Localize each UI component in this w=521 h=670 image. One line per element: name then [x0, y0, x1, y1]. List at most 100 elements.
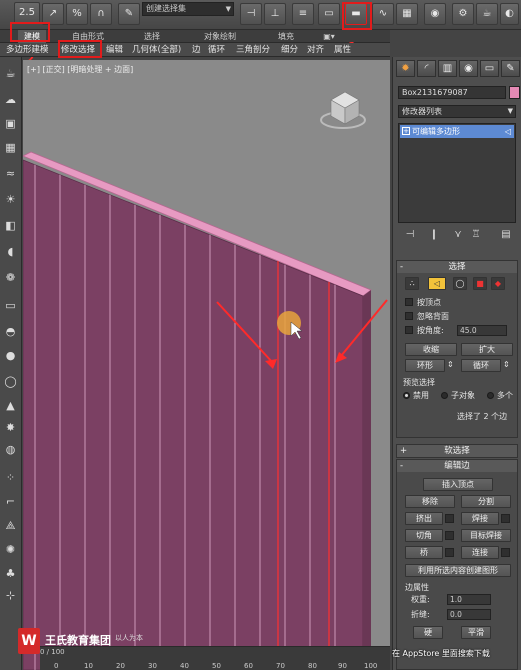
sub-tris[interactable]: 三角剖分 — [236, 43, 270, 57]
cone-icon[interactable]: ▲ — [2, 397, 19, 414]
plant-icon[interactable]: ♣ — [2, 565, 19, 582]
expand-icon[interactable]: + — [402, 127, 410, 135]
weld-button[interactable]: 焊接 — [461, 512, 499, 525]
chamfer-settings-button[interactable] — [445, 531, 454, 540]
pipe-icon[interactable]: ⌐ — [2, 493, 19, 510]
sub-geometry-all[interactable]: 几何体(全部) — [132, 43, 181, 57]
wall-front-face[interactable] — [23, 159, 364, 670]
sub-edges[interactable]: 边 — [192, 43, 201, 57]
preview-off-radio[interactable] — [403, 392, 410, 399]
gear-icon[interactable]: ✺ — [2, 541, 19, 558]
soft-selection-header[interactable]: + 软选择 — [397, 445, 517, 457]
material-editor-icon[interactable]: ◉ — [424, 3, 446, 25]
viewport-label[interactable]: [+] [正交] [明暗处理 + 边面] — [27, 64, 133, 75]
connect-settings-button[interactable] — [501, 548, 510, 557]
ring-button[interactable]: 环形 — [405, 359, 445, 372]
target-weld-button[interactable]: 目标焊接 — [461, 529, 511, 542]
bridge-button[interactable]: 桥 — [405, 546, 443, 559]
mirror-icon[interactable]: ⊣ — [240, 3, 262, 25]
edit-edges-header[interactable]: - 编辑边 — [397, 460, 517, 472]
ribbon-icon[interactable]: ▭ — [318, 3, 340, 25]
cloud-icon[interactable]: ☁ — [2, 91, 19, 108]
wave-icon[interactable]: ≈ — [2, 165, 19, 182]
loop-spinner-icon[interactable]: ⇕ — [503, 360, 510, 369]
insert-vertex-button[interactable]: 插入顶点 — [423, 478, 493, 491]
particles-icon[interactable]: ⁘ — [2, 469, 19, 486]
layer-icon[interactable]: ≡ — [292, 3, 314, 25]
angle-spinner[interactable]: 45.0 — [457, 325, 507, 336]
by-angle-checkbox[interactable] — [405, 326, 413, 334]
percent-snap-button[interactable]: % — [66, 3, 88, 25]
modify-tab-icon[interactable]: ◜ — [417, 60, 436, 77]
angle-snap-button[interactable]: 2.5 — [14, 2, 40, 24]
tab-selection[interactable]: 选择 — [140, 30, 164, 43]
remove-button[interactable]: 移除 — [405, 495, 455, 508]
orb-icon[interactable]: ◍ — [2, 441, 19, 458]
preview-multi-radio[interactable] — [487, 392, 494, 399]
ring-spinner-icon[interactable]: ⇕ — [447, 360, 454, 369]
ignore-backfacing-checkbox[interactable] — [405, 312, 413, 320]
extrude-button[interactable]: 挤出 — [405, 512, 443, 525]
create-shape-button[interactable]: 利用所选内容创建图形 — [405, 564, 511, 577]
magnet-icon[interactable]: ∩ — [90, 3, 112, 25]
schematic-icon[interactable]: ▦ — [396, 3, 418, 25]
by-vertex-checkbox[interactable] — [405, 298, 413, 306]
weight-spinner[interactable]: 1.0 — [447, 594, 491, 605]
edit-named-sel-icon[interactable]: ✎ — [118, 3, 140, 25]
sub-properties[interactable]: 属性 — [334, 43, 351, 57]
terrain-icon[interactable]: ⟁ — [2, 517, 19, 534]
element-mode-icon[interactable]: ◆ — [491, 277, 505, 290]
figure-icon[interactable]: ❁ — [2, 269, 19, 286]
selection-rollout-header[interactable]: - 选择 — [397, 261, 517, 273]
bridge-settings-button[interactable] — [445, 548, 454, 557]
dome-icon[interactable]: ◓ — [2, 323, 19, 340]
motion-tab-icon[interactable]: ◉ — [459, 60, 478, 77]
torus-icon[interactable]: ◯ — [2, 373, 19, 390]
modifier-list-dropdown[interactable]: 修改器列表 ▼ — [398, 105, 516, 118]
vertex-mode-icon[interactable]: ∴ — [405, 277, 419, 290]
loop-button[interactable]: 循环 — [461, 359, 501, 372]
render-icon[interactable]: ◐ — [500, 3, 519, 25]
display-tab-icon[interactable]: ▭ — [480, 60, 499, 77]
ribbon-options-icon[interactable]: ▣▾ — [320, 30, 338, 43]
connect-button[interactable]: 连接 — [461, 546, 499, 559]
render-frame-icon[interactable]: ☕ — [476, 3, 498, 25]
split-button[interactable]: 分割 — [461, 495, 511, 508]
show-end-result-icon[interactable]: ❙ — [427, 229, 441, 241]
sun-icon[interactable]: ✸ — [2, 419, 19, 436]
preview-subobj-radio[interactable] — [441, 392, 448, 399]
polygon-mode-icon[interactable]: ■ — [473, 277, 487, 290]
curve-editor-icon[interactable]: ∿ — [372, 3, 394, 25]
axis-icon[interactable]: ⊹ — [2, 587, 19, 604]
object-color-swatch[interactable] — [509, 86, 520, 99]
utilities-tab-icon[interactable]: ✎ — [501, 60, 520, 77]
border-mode-icon[interactable]: ◯ — [453, 277, 467, 290]
lock-icon[interactable]: ◧ — [2, 217, 19, 234]
extrude-settings-button[interactable] — [445, 514, 454, 523]
create-tab-icon[interactable]: ✹ — [396, 60, 415, 77]
sub-edit[interactable]: 编辑 — [106, 43, 123, 57]
make-unique-icon[interactable]: ⋎ — [451, 229, 465, 241]
smooth-button[interactable]: 平滑 — [461, 626, 491, 639]
crease-spinner[interactable]: 0.0 — [447, 609, 491, 620]
object-name-field[interactable]: Box2131679087 — [398, 86, 506, 99]
stack-item-editable-poly[interactable]: + 可编辑多边形 ◁ — [400, 125, 514, 138]
sub-subdivision[interactable]: 细分 — [281, 43, 298, 57]
speaker-icon[interactable]: ◖ — [2, 243, 19, 260]
hard-button[interactable]: 硬 — [413, 626, 443, 639]
shrink-button[interactable]: 收缩 — [405, 343, 457, 356]
hierarchy-tab-icon[interactable]: ▥ — [438, 60, 457, 77]
tab-object-paint[interactable]: 对象绘制 — [198, 30, 242, 43]
grid-icon[interactable]: ▦ — [2, 139, 19, 156]
pin-stack-icon[interactable]: ⊣ — [403, 229, 417, 241]
edge-mode-icon[interactable]: ◁ — [428, 277, 446, 290]
grow-button[interactable]: 扩大 — [461, 343, 513, 356]
selection-set-dropdown[interactable]: 创建选择集 ▼ — [142, 2, 234, 16]
sub-poly-modeling[interactable]: 多边形建模 — [6, 43, 49, 57]
image-icon[interactable]: ▣ — [2, 115, 19, 132]
align-icon[interactable]: ⊥ — [264, 3, 286, 25]
remove-modifier-icon[interactable]: ♖ — [469, 229, 483, 241]
bulb-icon[interactable]: ☀ — [2, 191, 19, 208]
tab-populate[interactable]: 填充 — [274, 30, 298, 43]
configure-sets-icon[interactable]: ▤ — [499, 229, 513, 241]
